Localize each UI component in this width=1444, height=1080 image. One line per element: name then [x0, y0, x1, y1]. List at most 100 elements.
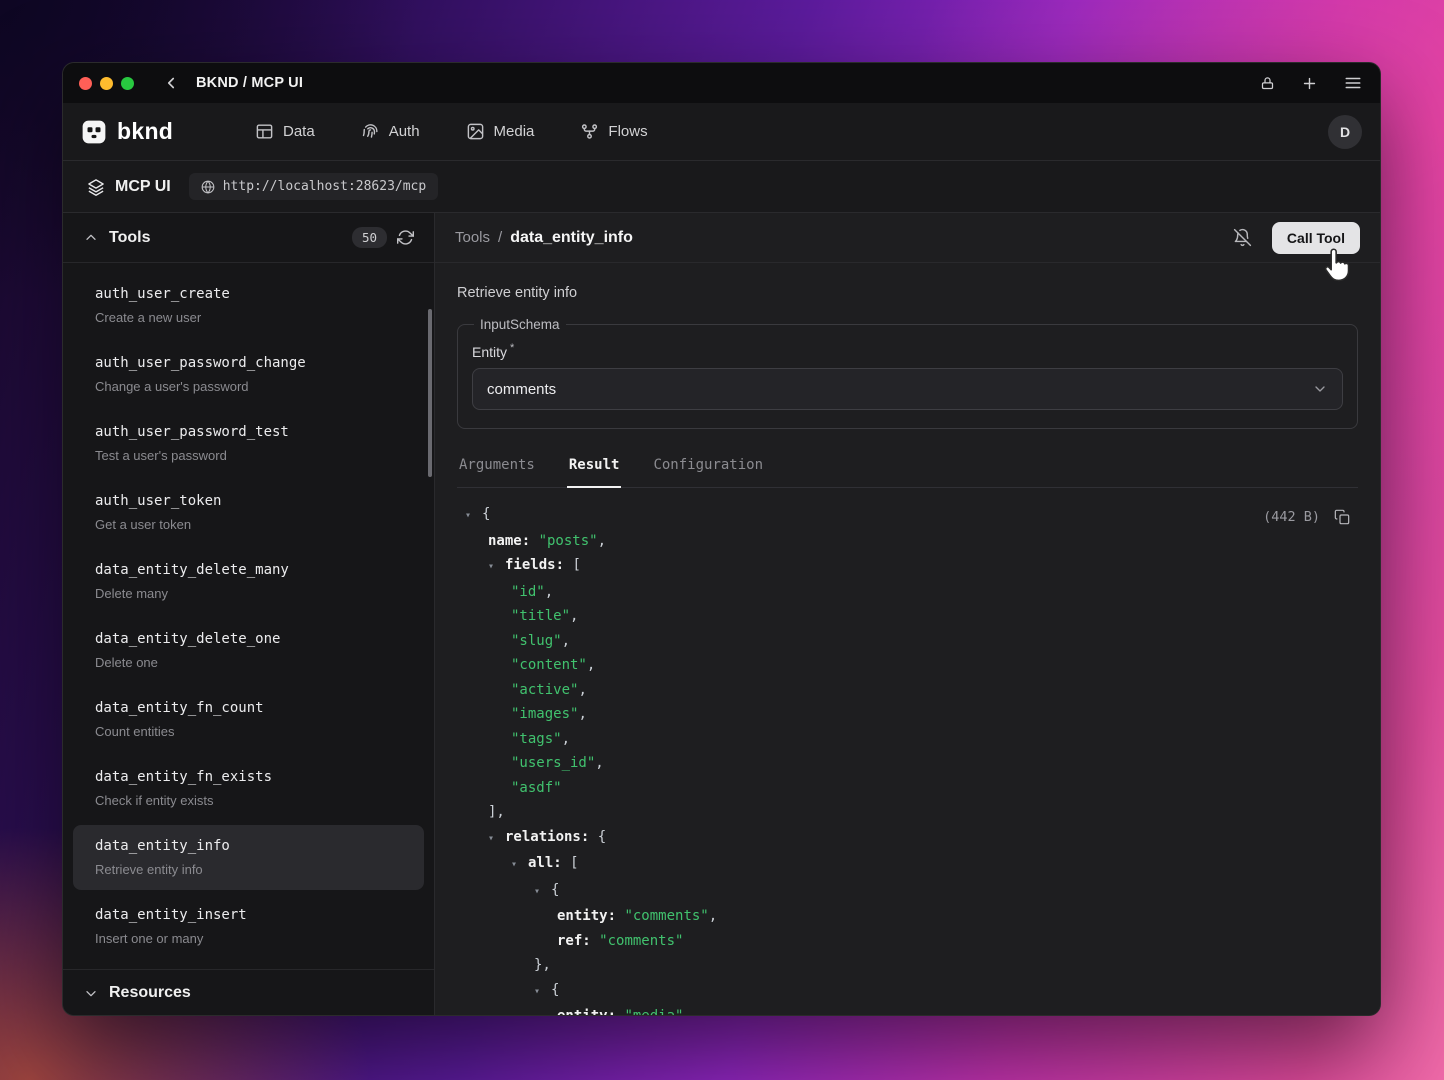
window-title: BKND / MCP UI — [196, 75, 303, 91]
json-token-str: "media" — [624, 1008, 683, 1015]
tool-list-item[interactable]: data_entity_insert Insert one or many — [73, 894, 424, 959]
page-title-group: MCP UI — [87, 178, 171, 196]
breadcrumb-separator: / — [498, 229, 502, 246]
resources-section-header[interactable]: Resources — [63, 969, 434, 1015]
nav-label: Auth — [389, 123, 420, 140]
tool-list: auth_user_create Create a new user auth_… — [63, 263, 434, 969]
menu-icon[interactable] — [1342, 72, 1364, 94]
json-collapse-caret[interactable]: ▾ — [488, 827, 505, 852]
nav-label: Flows — [608, 123, 647, 140]
close-window-button[interactable] — [79, 77, 92, 90]
globe-icon — [201, 180, 215, 194]
json-token-punct: , — [578, 706, 586, 722]
entity-field-label: Entity * — [472, 344, 1343, 360]
tool-name: data_entity_insert — [95, 907, 402, 924]
tool-list-item[interactable]: data_entity_info Retrieve entity info — [73, 825, 424, 890]
tool-description: Get a user token — [95, 517, 402, 532]
titlebar-actions — [1258, 72, 1364, 94]
breadcrumb-current: data_entity_info — [510, 229, 633, 247]
tab-configuration[interactable]: Configuration — [651, 453, 765, 488]
tab-result[interactable]: Result — [567, 453, 622, 488]
notifications-off-icon[interactable] — [1231, 226, 1254, 249]
nav-item-flows[interactable]: Flows — [580, 122, 647, 141]
nav-item-media[interactable]: Media — [466, 122, 535, 141]
tool-name: data_entity_info — [95, 838, 402, 855]
brand[interactable]: bknd — [81, 118, 239, 145]
json-line: ▾{ — [457, 978, 1358, 1005]
json-token-punct: { — [551, 882, 559, 898]
json-collapse-caret[interactable]: ▾ — [511, 853, 528, 878]
json-token-str: "tags" — [511, 731, 562, 747]
tool-description: Check if entity exists — [95, 793, 402, 808]
tab-arguments[interactable]: Arguments — [457, 453, 537, 488]
json-token-str: "active" — [511, 682, 578, 698]
tool-description: Delete many — [95, 586, 402, 601]
endpoint-url-badge: http://localhost:28623/mcp — [189, 173, 439, 200]
breadcrumb: Tools / data_entity_info — [455, 229, 633, 247]
tool-list-item[interactable]: auth_user_create Create a new user — [73, 273, 424, 338]
json-token-key: name: — [488, 533, 539, 549]
tool-list-item[interactable]: auth_user_password_change Change a user'… — [73, 342, 424, 407]
user-avatar[interactable]: D — [1328, 115, 1362, 149]
result-tabs: Arguments Result Configuration — [457, 453, 1358, 488]
tool-list-item[interactable]: data_entity_delete_one Delete one — [73, 618, 424, 683]
chevron-up-icon[interactable] — [83, 230, 99, 246]
input-schema-fieldset: InputSchema Entity * comments — [457, 317, 1358, 429]
sidebar-scrollbar-thumb[interactable] — [428, 309, 432, 477]
result-size: (442 B) — [1263, 505, 1320, 530]
json-line: ▾relations: { — [457, 825, 1358, 852]
new-tab-plus-icon[interactable] — [1299, 73, 1320, 94]
zoom-window-button[interactable] — [121, 77, 134, 90]
json-token-punct: , — [562, 633, 570, 649]
copy-icon[interactable] — [1332, 507, 1352, 527]
json-collapse-caret[interactable]: ▾ — [488, 555, 505, 580]
tools-section-header: Tools 50 — [63, 213, 434, 263]
workflow-icon — [580, 122, 599, 141]
page-subheader: MCP UI http://localhost:28623/mcp — [63, 161, 1380, 213]
call-tool-button[interactable]: Call Tool — [1272, 222, 1360, 254]
entity-select[interactable]: comments — [472, 368, 1343, 410]
main-header-actions: Call Tool — [1231, 222, 1360, 254]
tool-description: Test a user's password — [95, 448, 402, 463]
nav-item-auth[interactable]: Auth — [361, 122, 420, 141]
minimize-window-button[interactable] — [100, 77, 113, 90]
json-token-punct: , — [545, 584, 553, 600]
json-collapse-caret[interactable]: ▾ — [534, 880, 551, 905]
json-collapse-caret[interactable]: ▾ — [534, 980, 551, 1005]
json-token-punct: , — [570, 608, 578, 624]
tool-list-item[interactable]: data_entity_fn_count Count entities — [73, 687, 424, 752]
json-line: entity: "media", — [457, 1004, 1358, 1015]
breadcrumb-root[interactable]: Tools — [455, 229, 490, 246]
window-body: Tools 50 auth_user_create Create a new u… — [63, 213, 1380, 1015]
input-schema-legend: InputSchema — [474, 317, 566, 332]
tool-list-item[interactable]: data_entity_delete_many Delete many — [73, 549, 424, 614]
json-token-str: "asdf" — [511, 780, 562, 796]
database-icon — [255, 122, 274, 141]
nav-item-data[interactable]: Data — [255, 122, 315, 141]
tool-list-item[interactable]: auth_user_token Get a user token — [73, 480, 424, 545]
json-line: name: "posts", — [457, 529, 1358, 554]
result-json-view: (442 B) ▾{name: "posts",▾fields: ["id","… — [457, 488, 1358, 1015]
json-collapse-caret[interactable]: ▾ — [465, 504, 482, 529]
json-token-punct: { — [482, 506, 490, 522]
tool-description: Delete one — [95, 655, 402, 670]
json-token-key: fields: — [505, 557, 572, 573]
json-token-punct: [ — [572, 557, 580, 573]
image-icon — [466, 122, 485, 141]
tool-list-item[interactable]: data_entity_fn_exists Check if entity ex… — [73, 756, 424, 821]
tool-description: Change a user's password — [95, 379, 402, 394]
nav-label: Data — [283, 123, 315, 140]
lock-icon[interactable] — [1258, 74, 1277, 93]
tools-count-badge: 50 — [352, 227, 387, 248]
json-line: }, — [457, 953, 1358, 978]
json-token-str: "slug" — [511, 633, 562, 649]
window-controls — [79, 77, 134, 90]
json-token-punct: , — [595, 755, 603, 771]
window-titlebar: BKND / MCP UI — [63, 63, 1380, 103]
json-line: ▾fields: [ — [457, 553, 1358, 580]
json-token-str: "posts" — [539, 533, 598, 549]
back-button[interactable] — [160, 72, 182, 94]
tool-list-item[interactable]: auth_user_password_test Test a user's pa… — [73, 411, 424, 476]
refresh-icon[interactable] — [397, 229, 414, 246]
chevron-down-icon — [83, 985, 99, 1001]
